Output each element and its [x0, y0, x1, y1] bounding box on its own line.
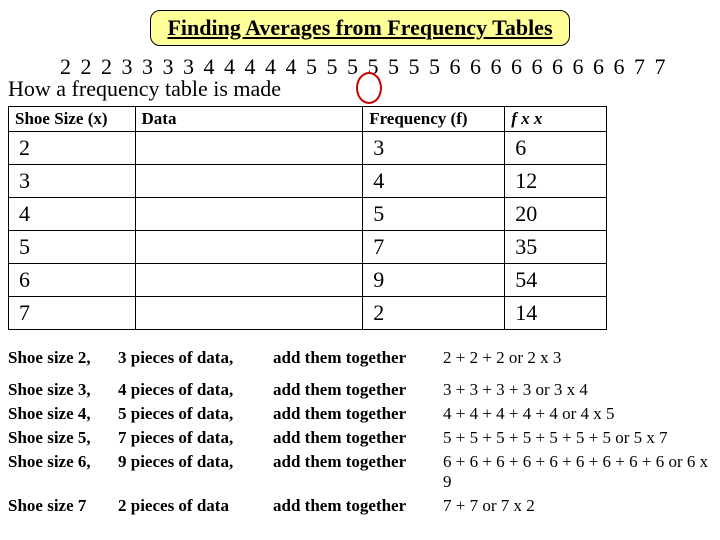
- cell-x: 5: [9, 231, 136, 264]
- explain-row: Shoe size 6, 9 pieces of data, add them …: [8, 452, 712, 492]
- explain-label: Shoe size 5,: [8, 428, 118, 448]
- explain-row: Shoe size 4, 5 pieces of data, add them …: [8, 404, 712, 424]
- cell-f: 5: [363, 198, 505, 231]
- cell-fxx: 12: [505, 165, 607, 198]
- cell-f: 7: [363, 231, 505, 264]
- cell-x: 3: [9, 165, 136, 198]
- col-frequency: Frequency (f): [363, 107, 505, 132]
- cell-fxx: 54: [505, 264, 607, 297]
- cell-fxx: 6: [505, 132, 607, 165]
- cell-x: 4: [9, 198, 136, 231]
- explain-pieces: 5 pieces of data,: [118, 404, 273, 424]
- col-shoe-size: Shoe Size (x): [9, 107, 136, 132]
- explain-row: Shoe size 5, 7 pieces of data, add them …: [8, 428, 712, 448]
- explain-pieces: 3 pieces of data,: [118, 348, 273, 368]
- explanation-block: Shoe size 2, 3 pieces of data, add them …: [8, 348, 712, 516]
- explain-pieces: 2 pieces of data: [118, 496, 273, 516]
- explain-pieces: 9 pieces of data,: [118, 452, 273, 492]
- explain-calc: 4 + 4 + 4 + 4 + 4 or 4 x 5: [443, 404, 712, 424]
- explain-calc: 2 + 2 + 2 or 2 x 3: [443, 348, 712, 368]
- explain-row: Shoe size 2, 3 pieces of data, add them …: [8, 348, 712, 368]
- cell-fxx: 35: [505, 231, 607, 264]
- explain-row: Shoe size 3, 4 pieces of data, add them …: [8, 380, 712, 400]
- page-title: Finding Averages from Frequency Tables: [150, 10, 569, 46]
- explain-calc: 5 + 5 + 5 + 5 + 5 + 5 + 5 or 5 x 7: [443, 428, 712, 448]
- explain-label: Shoe size 6,: [8, 452, 118, 492]
- cell-empty: [607, 264, 688, 297]
- frequency-table: Shoe Size (x) Data Frequency (f) f x x 2…: [8, 106, 688, 330]
- explain-action: add them together: [273, 428, 443, 448]
- table-header-row: Shoe Size (x) Data Frequency (f) f x x: [9, 107, 689, 132]
- cell-x: 7: [9, 297, 136, 330]
- explain-row: Shoe size 7 2 pieces of data add them to…: [8, 496, 712, 516]
- cell-f: 3: [363, 132, 505, 165]
- cell-empty: [607, 231, 688, 264]
- explain-action: add them together: [273, 452, 443, 492]
- col-data: Data: [135, 107, 363, 132]
- explain-pieces: 7 pieces of data,: [118, 428, 273, 448]
- explain-action: add them together: [273, 404, 443, 424]
- cell-empty: [607, 297, 688, 330]
- explain-pieces: 4 pieces of data,: [118, 380, 273, 400]
- cell-data: [135, 297, 363, 330]
- explain-action: add them together: [273, 380, 443, 400]
- cell-data: [135, 231, 363, 264]
- col-empty: [607, 107, 688, 132]
- explain-calc: 6 + 6 + 6 + 6 + 6 + 6 + 6 + 6 + 6 or 6 x…: [443, 452, 712, 492]
- cell-fxx: 14: [505, 297, 607, 330]
- explain-calc: 7 + 7 or 7 x 2: [443, 496, 712, 516]
- cell-empty: [607, 198, 688, 231]
- explain-action: add them together: [273, 496, 443, 516]
- cell-data: [135, 264, 363, 297]
- explain-label: Shoe size 4,: [8, 404, 118, 424]
- table-row: 2 3 6: [9, 132, 689, 165]
- explain-label: Shoe size 2,: [8, 348, 118, 368]
- table-row: 7 2 14: [9, 297, 689, 330]
- highlight-circle: [356, 72, 382, 104]
- explain-label: Shoe size 3,: [8, 380, 118, 400]
- col-fxx: f x x: [505, 107, 607, 132]
- explain-label: Shoe size 7: [8, 496, 118, 516]
- cell-empty: [607, 165, 688, 198]
- table-row: 6 9 54: [9, 264, 689, 297]
- cell-empty: [607, 132, 688, 165]
- table-row: 3 4 12: [9, 165, 689, 198]
- cell-data: [135, 132, 363, 165]
- explain-calc: 3 + 3 + 3 + 3 or 3 x 4: [443, 380, 712, 400]
- cell-data: [135, 165, 363, 198]
- cell-fxx: 20: [505, 198, 607, 231]
- table-row: 5 7 35: [9, 231, 689, 264]
- table-row: 4 5 20: [9, 198, 689, 231]
- explain-action: add them together: [273, 348, 443, 368]
- cell-f: 9: [363, 264, 505, 297]
- cell-data: [135, 198, 363, 231]
- cell-x: 6: [9, 264, 136, 297]
- cell-x: 2: [9, 132, 136, 165]
- cell-f: 2: [363, 297, 505, 330]
- cell-f: 4: [363, 165, 505, 198]
